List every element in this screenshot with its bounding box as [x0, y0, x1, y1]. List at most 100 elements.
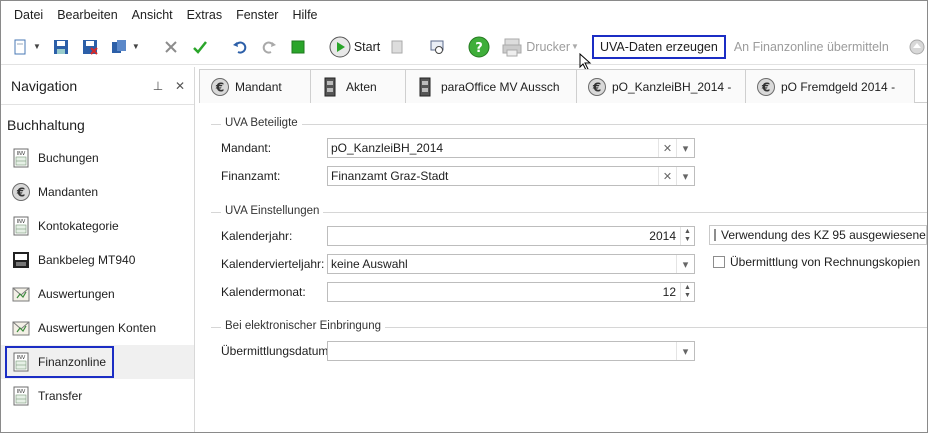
kalendermonat-value: 12: [662, 285, 676, 299]
inv-document-icon: INV: [10, 385, 32, 407]
svg-text:INV: INV: [17, 219, 26, 225]
sidebar-item-inner: Bankbeleg MT940: [5, 244, 143, 276]
uebermittlungsdatum-field[interactable]: ▾: [327, 341, 695, 361]
kalendervierteljahr-label: Kalendervierteljahr:: [221, 257, 325, 271]
sidebar-item-inner: INV Buchungen: [5, 142, 107, 174]
menu-extras[interactable]: Extras: [180, 8, 229, 22]
tab-1[interactable]: € Mandant: [199, 69, 311, 103]
tab-5[interactable]: € pO Fremdgeld 2014 -: [745, 69, 915, 103]
uebermittlungsdatum-label: Übermittlungsdatum:: [221, 344, 332, 358]
sidebar-item-bankbeleg-mt940[interactable]: Bankbeleg MT940: [1, 243, 194, 277]
undo-button[interactable]: [229, 33, 254, 61]
menu-datei[interactable]: Datei: [7, 8, 50, 22]
group-title: UVA Beteiligte: [221, 117, 302, 129]
sidebar-item-auswertungen-konten[interactable]: Auswertungen Konten: [1, 311, 194, 345]
confirm-button[interactable]: [189, 33, 214, 61]
sidebar-item-label: Auswertungen: [38, 287, 115, 301]
checkbox-box[interactable]: [714, 229, 716, 241]
navigation-list: INV Buchungen € Mandanten INV Kontokategorie B…: [1, 141, 194, 413]
tab-label: pO_KanzleiBH_2014 -: [612, 79, 732, 94]
svg-text:€: €: [761, 80, 770, 94]
inv-document-icon: INV: [10, 147, 32, 169]
sidebar-item-auswertungen[interactable]: Auswertungen: [1, 277, 194, 311]
sidebar-item-finanzonline[interactable]: INV Finanzonline: [1, 345, 194, 379]
help-button[interactable]: ?: [466, 33, 495, 61]
close-icon: [162, 38, 180, 56]
move-up-button[interactable]: [906, 33, 927, 61]
checkmark-icon: [191, 38, 209, 56]
spinner-icon[interactable]: ▲ ▼: [680, 283, 694, 301]
sidebar-item-inner: INV Transfer: [5, 380, 90, 412]
chevron-down-icon[interactable]: ▼: [33, 42, 41, 51]
group-uva-beteiligte: UVA Beteiligte: [211, 117, 927, 129]
tab-4[interactable]: € pO_KanzleiBH_2014 -: [576, 69, 746, 103]
save-close-button[interactable]: [79, 33, 104, 61]
kalendervierteljahr-select[interactable]: keine Auswahl ▾: [327, 254, 695, 274]
menu-bearbeiten[interactable]: Bearbeiten: [50, 8, 124, 22]
chevron-down-icon[interactable]: ▼: [132, 42, 140, 51]
finanzonline-submit-button[interactable]: An Finanzonline übermitteln: [732, 33, 891, 61]
checkbox-box[interactable]: [713, 256, 725, 268]
navigation-section-title: Buchhaltung: [7, 117, 85, 133]
sidebar-item-label: Auswertungen Konten: [38, 321, 157, 335]
group-title: Bei elektronischer Einbringung: [221, 320, 385, 332]
copy-button[interactable]: ▼: [108, 33, 145, 61]
uva-form: UVA Beteiligte Mandant: pO_KanzleiBH_201…: [199, 104, 927, 432]
svg-text:€: €: [16, 186, 25, 200]
chevron-down-icon[interactable]: ▾: [676, 167, 694, 185]
cancel-button[interactable]: [160, 33, 185, 61]
sidebar-item-buchungen[interactable]: INV Buchungen: [1, 141, 194, 175]
chevron-down-icon[interactable]: ▼: [571, 42, 579, 51]
stop-button[interactable]: [287, 33, 312, 61]
svg-text:€: €: [592, 80, 601, 94]
start-button[interactable]: Start: [327, 33, 382, 61]
drucker-button[interactable]: Drucker ▼: [499, 33, 584, 61]
file-cabinet-icon: [416, 77, 436, 97]
kz95-label: Verwendung des KZ 95 ausgewiesenen Ü: [721, 228, 927, 242]
green-square-icon: [289, 38, 307, 56]
clear-icon[interactable]: ✕: [658, 139, 676, 157]
redo-button[interactable]: [258, 33, 283, 61]
sidebar-item-mandanten[interactable]: € Mandanten: [1, 175, 194, 209]
svg-text:INV: INV: [17, 389, 26, 395]
chevron-down-icon[interactable]: ▾: [676, 342, 694, 360]
navigation-header: Navigation ⊥ ✕: [1, 67, 194, 105]
uva-daten-erzeugen-button[interactable]: UVA-Daten erzeugen: [591, 34, 726, 59]
spinner-icon[interactable]: ▲ ▼: [680, 227, 694, 245]
tab-3[interactable]: paraOffice MV Aussch: [405, 69, 577, 103]
save-button[interactable]: [50, 33, 75, 61]
settings-button[interactable]: [426, 33, 451, 61]
sidebar-item-label: Finanzonline: [38, 355, 107, 369]
close-icon[interactable]: ✕: [172, 79, 188, 93]
group-uva-einstellungen: UVA Einstellungen: [211, 205, 927, 217]
rechnungskopien-checkbox[interactable]: Übermittlung von Rechnungskopien: [713, 255, 920, 269]
clear-icon[interactable]: ✕: [658, 167, 676, 185]
sidebar-item-transfer[interactable]: INV Transfer: [1, 379, 194, 413]
chevron-down-icon[interactable]: ▾: [676, 255, 694, 273]
printer-icon: [501, 36, 523, 58]
new-button[interactable]: ▼: [9, 33, 46, 61]
kalendermonat-field[interactable]: 12 ▲ ▼: [327, 282, 695, 302]
computer-settings-icon: [428, 38, 446, 56]
sidebar-item-kontokategorie[interactable]: INV Kontokategorie: [1, 209, 194, 243]
tab-2[interactable]: Akten: [310, 69, 406, 103]
print-preview-button[interactable]: [386, 33, 411, 61]
report-envelope-icon: [10, 317, 32, 339]
chevron-down-icon[interactable]: ▾: [676, 139, 694, 157]
finanzamt-field[interactable]: Finanzamt Graz-Stadt ✕ ▾: [327, 166, 695, 186]
finanzamt-value: Finanzamt Graz-Stadt: [331, 169, 449, 183]
tab-label: Mandant: [235, 79, 282, 94]
undo-icon: [231, 38, 249, 56]
kz95-checkbox[interactable]: Verwendung des KZ 95 ausgewiesenen Ü: [709, 225, 927, 245]
report-envelope-icon: [10, 283, 32, 305]
pin-icon[interactable]: ⊥: [150, 79, 166, 93]
mandant-field[interactable]: pO_KanzleiBH_2014 ✕ ▾: [327, 138, 695, 158]
menu-ansicht[interactable]: Ansicht: [125, 8, 180, 22]
mandant-value: pO_KanzleiBH_2014: [331, 141, 444, 155]
menu-fenster[interactable]: Fenster: [229, 8, 285, 22]
menu-hilfe[interactable]: Hilfe: [285, 8, 324, 22]
new-document-icon: [11, 38, 29, 56]
kalenderjahr-field[interactable]: 2014 ▲ ▼: [327, 226, 695, 246]
start-label: Start: [353, 39, 381, 54]
help-icon: ?: [468, 36, 490, 58]
